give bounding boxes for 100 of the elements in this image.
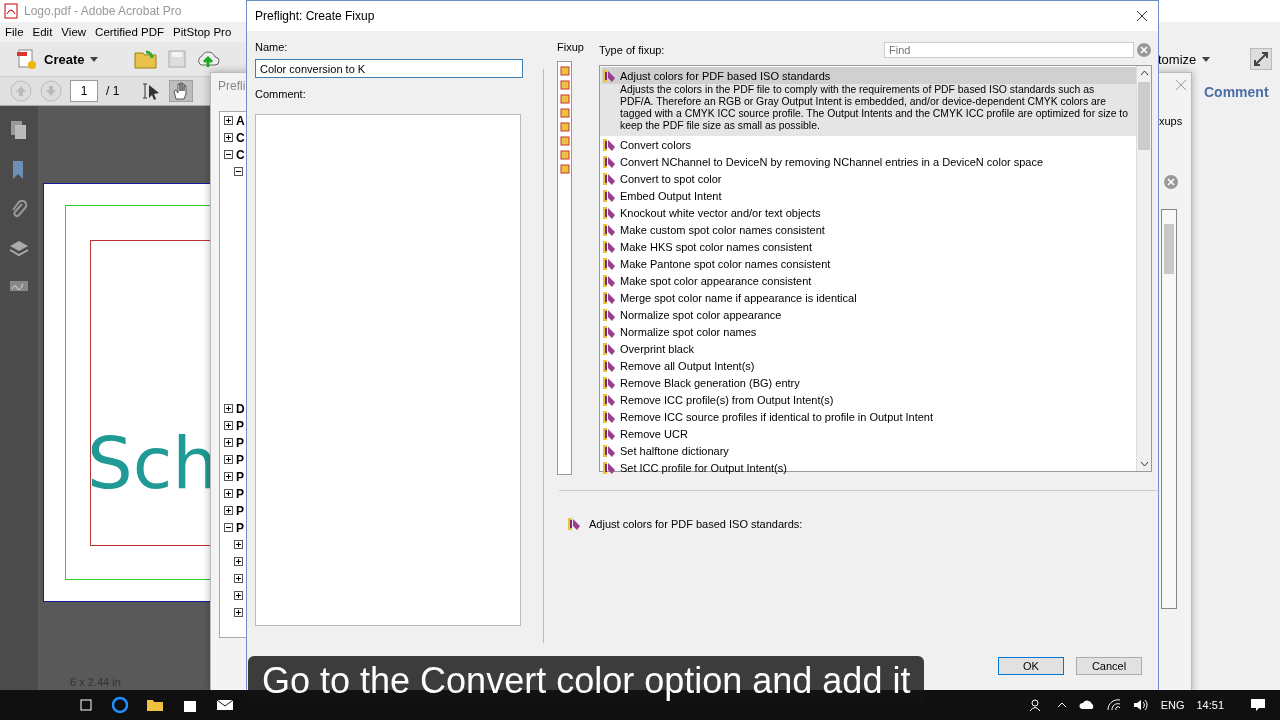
- fixup-type-item[interactable]: Remove ICC source profiles if identical to profile in Output Intent: [600, 408, 1136, 425]
- create-button[interactable]: Create: [10, 47, 105, 71]
- plus-icon[interactable]: [224, 438, 233, 447]
- comment-field[interactable]: [255, 114, 521, 626]
- page-number-field[interactable]: 1: [70, 80, 98, 102]
- menu-item[interactable]: Edit: [32, 26, 53, 38]
- paperclip-icon[interactable]: [11, 200, 27, 220]
- scrollbar[interactable]: [1161, 209, 1177, 609]
- fixup-type-item[interactable]: Overprint black: [600, 340, 1136, 357]
- scroll-down-icon[interactable]: [1139, 461, 1149, 467]
- fixup-type-item[interactable]: Convert NChannel to DeviceN by removing NChannel entries in a DeviceN color space: [600, 153, 1136, 170]
- tree-node[interactable]: P: [220, 468, 250, 485]
- fixup-type-item[interactable]: Embed Output Intent: [600, 187, 1136, 204]
- close-icon[interactable]: [1136, 10, 1148, 22]
- fixup-type-item[interactable]: Normalize spot color appearance: [600, 306, 1136, 323]
- folder-icon[interactable]: [146, 698, 164, 712]
- minus-icon[interactable]: [224, 150, 233, 159]
- hand-icon[interactable]: [169, 80, 194, 102]
- fixup-type-item[interactable]: Knockout white vector and/or text objects: [600, 204, 1136, 221]
- plus-icon[interactable]: [224, 421, 233, 430]
- cloud-icon[interactable]: [1078, 700, 1095, 710]
- fixup-type-item[interactable]: Remove all Output Intent(s): [600, 357, 1136, 374]
- signature-icon[interactable]: [9, 278, 29, 294]
- fullscreen-icon[interactable]: [1250, 48, 1272, 70]
- fixup-type-item[interactable]: Normalize spot color names: [600, 323, 1136, 340]
- plus-icon[interactable]: [224, 472, 233, 481]
- tree-node[interactable]: D: [220, 400, 250, 417]
- plus-icon[interactable]: [224, 404, 233, 413]
- clock[interactable]: 14:51: [1196, 699, 1224, 711]
- scroll-up-icon[interactable]: [1139, 70, 1149, 76]
- mail-icon[interactable]: [216, 699, 234, 711]
- fixup-icon: [602, 307, 616, 322]
- pages-icon[interactable]: [10, 120, 28, 140]
- fixup-type-item[interactable]: Remove ICC profile(s) from Output Intent(s): [600, 391, 1136, 408]
- fixup-icon: [602, 188, 616, 203]
- scroll-thumb[interactable]: [1164, 224, 1174, 274]
- plus-icon[interactable]: [234, 557, 243, 566]
- plus-icon[interactable]: [224, 506, 233, 515]
- fixup-type-item[interactable]: Adjust colors for PDF based ISO standards Adjusts the colors in the PDF file to comply with the requirements of PDF based ISO standards such as PDF/A. Therefore an RGB or Gray Output Intent is embedded, and/or device-dependent CMYK colors are tagged with a CMYK ICC source profile. The Output Intents and the CMYK ICC profile are optimized for size to keep the PDF file size as small as possible.: [600, 67, 1136, 136]
- menu-item[interactable]: File: [5, 26, 24, 38]
- fixup-type-item[interactable]: Make custom spot color names consistent: [600, 221, 1136, 238]
- fixup-type-item[interactable]: Set halftone dictionary: [600, 442, 1136, 459]
- cloud-upload-icon[interactable]: [196, 49, 221, 69]
- name-field[interactable]: Color conversion to K: [255, 59, 523, 78]
- plus-icon[interactable]: [234, 591, 243, 600]
- fixup-icon: [602, 205, 616, 220]
- tree-node[interactable]: P: [220, 502, 250, 519]
- fixup-type-item[interactable]: Make HKS spot color names consistent: [600, 238, 1136, 255]
- tree-node[interactable]: P: [220, 485, 250, 502]
- clear-icon[interactable]: [1136, 42, 1152, 58]
- fixup-type-item[interactable]: Merge spot color name if appearance is identical: [600, 289, 1136, 306]
- browser-icon[interactable]: [112, 697, 128, 713]
- layers-icon[interactable]: [9, 240, 29, 258]
- comment-tab[interactable]: Comment: [1204, 84, 1269, 100]
- plus-icon[interactable]: [224, 455, 233, 464]
- fixup-label: Fixup: [557, 41, 585, 53]
- notification-icon[interactable]: [1250, 698, 1266, 712]
- tree-node[interactable]: C: [220, 129, 250, 146]
- fixup-type-item[interactable]: Make spot color appearance consistent: [600, 272, 1136, 289]
- scroll-thumb[interactable]: [1138, 82, 1150, 150]
- language-indicator[interactable]: ENG: [1160, 699, 1185, 711]
- fixup-icon: [602, 273, 616, 288]
- tree-node[interactable]: P: [220, 417, 250, 434]
- menu-item[interactable]: PitStop Pro: [173, 26, 232, 38]
- plus-icon[interactable]: [234, 540, 243, 549]
- fixup-icon: [602, 171, 616, 186]
- minus-icon[interactable]: [224, 523, 233, 532]
- find-field[interactable]: Find: [884, 42, 1134, 58]
- plus-icon[interactable]: [234, 574, 243, 583]
- fixup-type-item[interactable]: Set ICC profile for Output Intent(s): [600, 459, 1136, 476]
- plus-icon[interactable]: [224, 133, 233, 142]
- dialog-button[interactable]: Cancel: [1076, 657, 1142, 675]
- wifi-icon[interactable]: [1106, 699, 1121, 711]
- fixup-icon: [559, 108, 570, 118]
- fixup-type-item[interactable]: Remove Black generation (BG) entry: [600, 374, 1136, 391]
- fixup-icon: [602, 154, 616, 169]
- task-view-icon[interactable]: [78, 698, 94, 712]
- tree-node[interactable]: P: [220, 519, 250, 536]
- fixup-type-item[interactable]: Remove UCR: [600, 425, 1136, 442]
- speaker-icon[interactable]: [1132, 699, 1149, 711]
- customize-button[interactable]: tomize: [1158, 52, 1211, 67]
- tree-node[interactable]: P: [220, 451, 250, 468]
- tree-node[interactable]: A: [220, 112, 250, 129]
- plus-icon[interactable]: [234, 608, 243, 617]
- fixup-list[interactable]: [557, 61, 572, 475]
- tree-node[interactable]: P: [220, 434, 250, 451]
- menu-item[interactable]: View: [61, 26, 87, 38]
- clear-icon[interactable]: [1163, 174, 1179, 190]
- minus-icon[interactable]: [234, 167, 243, 176]
- plus-icon[interactable]: [224, 489, 233, 498]
- fixup-type-item[interactable]: Convert colors: [600, 136, 1136, 153]
- name-label: Name:: [255, 41, 289, 53]
- fixup-icon: [602, 460, 616, 475]
- dialog-button[interactable]: OK: [998, 657, 1064, 675]
- plus-icon[interactable]: [224, 116, 233, 125]
- fixup-type-item[interactable]: Convert to spot color: [600, 170, 1136, 187]
- menu-item[interactable]: Certified PDF: [95, 26, 165, 38]
- chevron-up-icon[interactable]: [1056, 702, 1067, 708]
- fixup-type-item[interactable]: Make Pantone spot color names consistent: [600, 255, 1136, 272]
- tree-node[interactable]: C: [220, 146, 250, 163]
